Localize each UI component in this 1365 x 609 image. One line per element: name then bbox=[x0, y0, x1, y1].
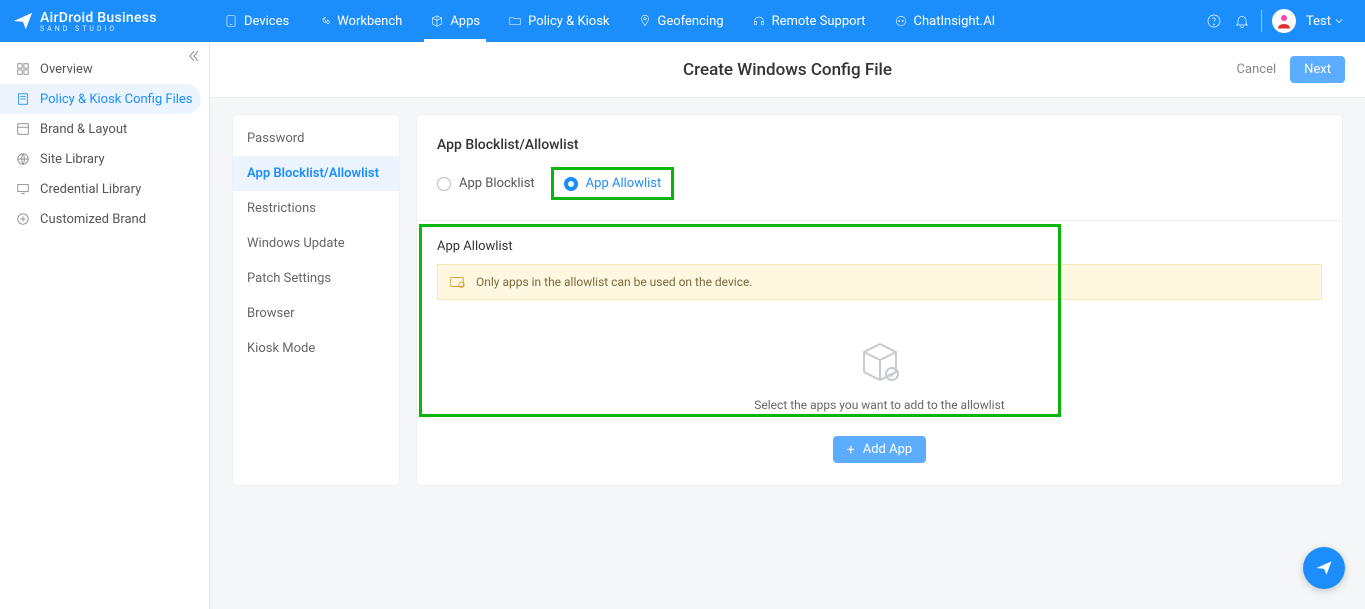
config-panel: App Blocklist/Allowlist App Blocklist Ap… bbox=[416, 114, 1343, 486]
config-tab-app-blocklist-allowlist[interactable]: App Blocklist/Allowlist bbox=[233, 156, 399, 191]
location-icon bbox=[638, 14, 652, 28]
folder-icon bbox=[508, 14, 522, 28]
user-avatar[interactable] bbox=[1272, 9, 1296, 33]
config-tab-password[interactable]: Password bbox=[233, 121, 399, 156]
bell-icon[interactable] bbox=[1233, 12, 1251, 30]
config-tab-restrictions[interactable]: Restrictions bbox=[233, 191, 399, 226]
package-check-icon bbox=[856, 338, 904, 386]
globe-icon bbox=[16, 152, 30, 166]
config-tab-list: Password App Blocklist/Allowlist Restric… bbox=[232, 114, 400, 486]
user-menu[interactable]: Test bbox=[1306, 14, 1343, 29]
cancel-button[interactable]: Cancel bbox=[1237, 62, 1277, 77]
info-text: Only apps in the allowlist can be used o… bbox=[476, 275, 753, 289]
add-app-button[interactable]: + Add App bbox=[833, 436, 926, 463]
nav-geofencing[interactable]: Geofencing bbox=[624, 0, 738, 42]
left-sidebar: Overview Policy & Kiosk Config Files Bra… bbox=[0, 42, 210, 609]
brand-subtitle: SAND STUDIO bbox=[40, 25, 157, 33]
wrench-icon bbox=[317, 14, 331, 28]
empty-state: Select the apps you want to add to the a… bbox=[437, 328, 1322, 426]
nav-devices[interactable]: Devices bbox=[210, 0, 303, 42]
radio-app-allowlist[interactable]: App Allowlist bbox=[564, 176, 662, 191]
chevron-down-icon bbox=[1335, 17, 1343, 25]
nav-workbench[interactable]: Workbench bbox=[303, 0, 416, 42]
sidebar-site-library[interactable]: Site Library bbox=[0, 144, 209, 174]
grid-icon bbox=[16, 62, 30, 76]
sidebar-overview[interactable]: Overview bbox=[0, 54, 209, 84]
config-tab-patch-settings[interactable]: Patch Settings bbox=[233, 261, 399, 296]
page-title: Create Windows Config File bbox=[683, 60, 892, 80]
section-title: App Blocklist/Allowlist bbox=[437, 137, 1322, 153]
nav-remote-support[interactable]: Remote Support bbox=[738, 0, 880, 42]
sidebar-credential-library[interactable]: Credential Library bbox=[0, 174, 209, 204]
info-icon bbox=[448, 273, 466, 291]
brand-logo[interactable]: AirDroid Business SAND STUDIO bbox=[0, 10, 210, 33]
headset-icon bbox=[752, 14, 766, 28]
floating-action-button[interactable] bbox=[1303, 547, 1345, 589]
next-button[interactable]: Next bbox=[1290, 56, 1345, 83]
radio-app-blocklist[interactable]: App Blocklist bbox=[437, 176, 535, 191]
config-tab-windows-update[interactable]: Windows Update bbox=[233, 226, 399, 261]
cube-icon bbox=[430, 14, 444, 28]
divider bbox=[417, 220, 1342, 221]
top-navbar: AirDroid Business SAND STUDIO Devices Wo… bbox=[0, 0, 1365, 42]
monitor-icon bbox=[16, 182, 30, 196]
radio-icon bbox=[437, 177, 451, 191]
plus-icon: + bbox=[847, 443, 855, 457]
radio-group: App Blocklist App Allowlist bbox=[437, 167, 1322, 200]
policy-icon bbox=[16, 92, 30, 106]
empty-text: Select the apps you want to add to the a… bbox=[754, 398, 1004, 412]
page-header: Create Windows Config File Cancel Next bbox=[210, 42, 1365, 98]
nav-policy-kiosk[interactable]: Policy & Kiosk bbox=[494, 0, 623, 42]
info-banner: Only apps in the allowlist can be used o… bbox=[437, 264, 1322, 300]
tablet-icon bbox=[224, 14, 238, 28]
config-tab-browser[interactable]: Browser bbox=[233, 296, 399, 331]
main-content: Create Windows Config File Cancel Next P… bbox=[210, 42, 1365, 609]
divider bbox=[1261, 10, 1262, 32]
plus-circle-icon bbox=[16, 212, 30, 226]
brand-name: AirDroid Business bbox=[40, 10, 157, 26]
sidebar-policy-kiosk-config[interactable]: Policy & Kiosk Config Files bbox=[0, 84, 201, 114]
paper-plane-icon bbox=[1314, 558, 1334, 578]
sidebar-customized-brand[interactable]: Customized Brand bbox=[0, 204, 209, 234]
paper-plane-icon bbox=[12, 10, 34, 32]
highlight-green: App Allowlist bbox=[551, 167, 675, 200]
radio-icon bbox=[564, 177, 578, 191]
nav-chatinsight[interactable]: ChatInsight.AI bbox=[880, 0, 1010, 42]
subsection-title: App Allowlist bbox=[437, 239, 1322, 254]
chat-ai-icon bbox=[894, 14, 908, 28]
config-tab-kiosk-mode[interactable]: Kiosk Mode bbox=[233, 331, 399, 366]
nav-apps[interactable]: Apps bbox=[416, 0, 494, 42]
collapse-sidebar-icon[interactable] bbox=[185, 48, 201, 64]
sidebar-brand-layout[interactable]: Brand & Layout bbox=[0, 114, 209, 144]
help-icon[interactable] bbox=[1205, 12, 1223, 30]
layout-icon bbox=[16, 122, 30, 136]
